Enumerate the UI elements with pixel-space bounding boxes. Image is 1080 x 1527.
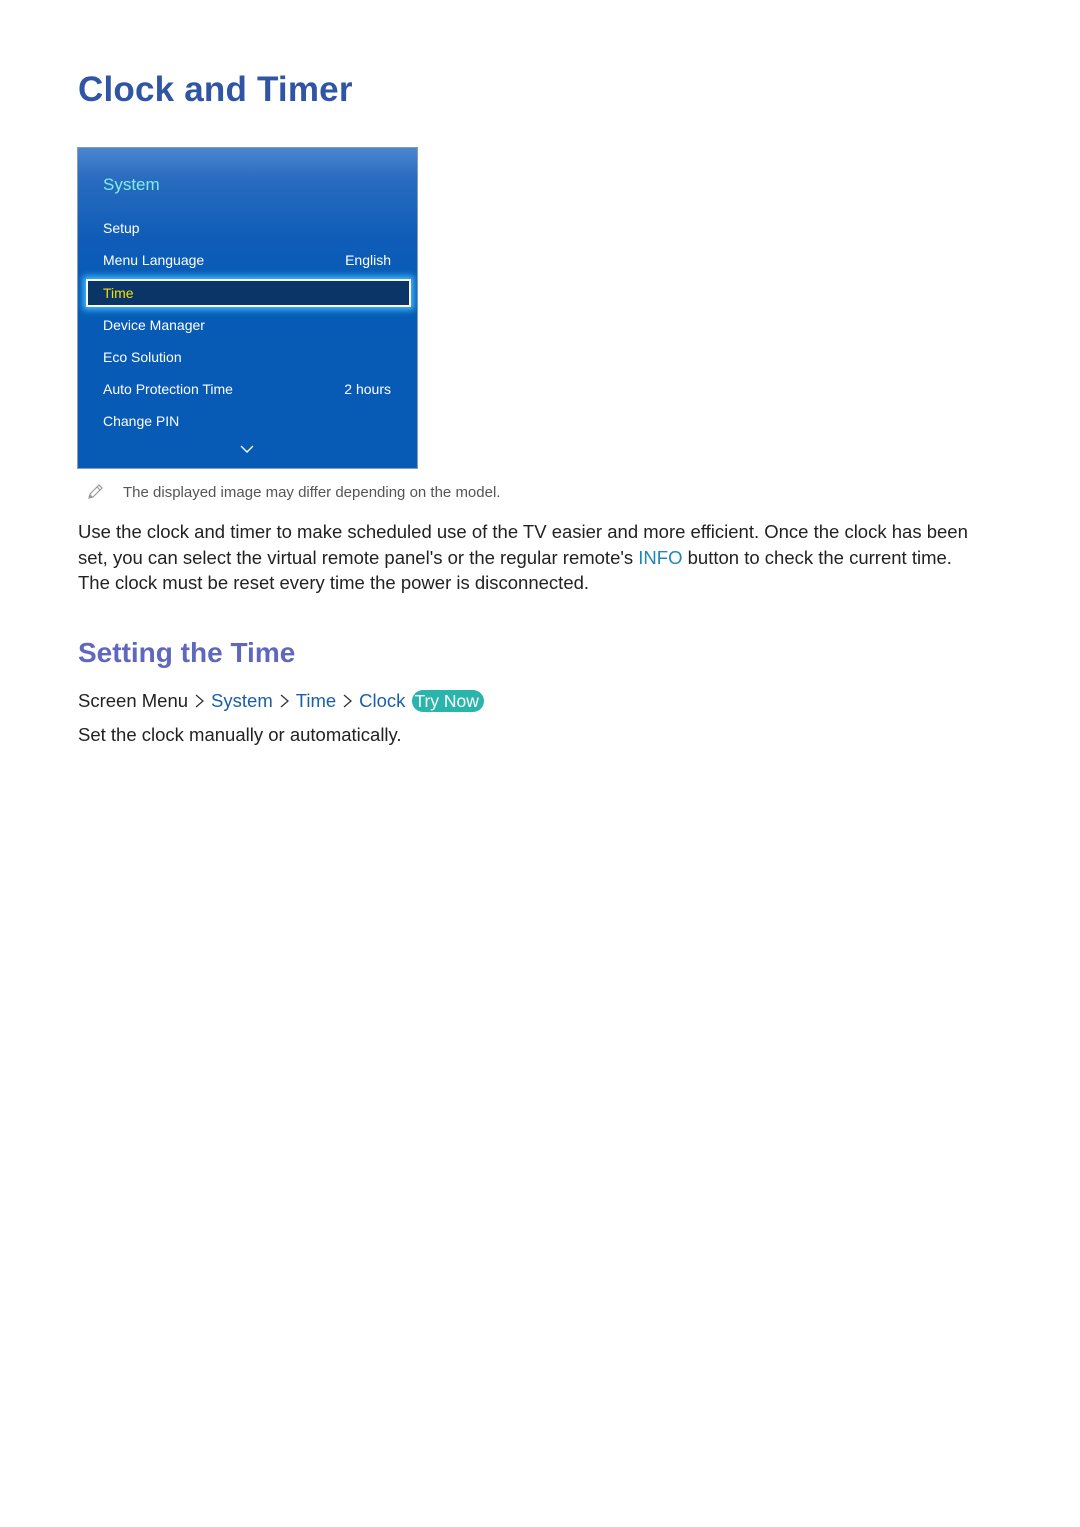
menu-item-auto-protection-time: Auto Protection Time 2 hours (86, 375, 411, 403)
menu-item-device-manager: Device Manager (86, 311, 411, 339)
section-title: Setting the Time (78, 637, 296, 668)
chevron-down-icon (240, 445, 254, 453)
menu-item-label: Auto Protection Time (103, 381, 233, 397)
menu-item-value: English (345, 252, 391, 268)
menu-item-time: Time (86, 279, 411, 307)
breadcrumb-time[interactable]: Time (296, 690, 336, 712)
intro-paragraph: Use the clock and timer to make schedule… (78, 519, 988, 596)
try-now-button[interactable]: Try Now (412, 690, 484, 712)
menu-item-value: 2 hours (344, 381, 391, 397)
menu-item-change-pin: Change PIN (86, 407, 411, 435)
page-title: Clock and Timer (78, 70, 353, 109)
breadcrumb-screen-menu: Screen Menu (78, 690, 189, 711)
note-text: The displayed image may differ depending… (123, 483, 501, 501)
menu-item-eco-solution: Eco Solution (86, 343, 411, 371)
menu-item-label: Menu Language (103, 252, 205, 268)
info-button-reference: INFO (638, 546, 683, 568)
chevron-right-icon (195, 694, 205, 708)
breadcrumb-system[interactable]: System (211, 690, 273, 712)
menu-item-label: Eco Solution (103, 349, 182, 365)
menu-item-menu-language: Menu Language English (86, 246, 411, 274)
menu-header: System (103, 175, 160, 194)
menu-item-label: Setup (103, 220, 140, 236)
note: The displayed image may differ depending… (85, 482, 500, 502)
menu-item-setup: Setup (86, 214, 411, 242)
menu-item-label: Device Manager (103, 317, 205, 333)
chevron-right-icon (280, 694, 289, 708)
menu-item-label: Change PIN (103, 413, 180, 429)
menu-item-label: Time (103, 285, 134, 301)
pencil-icon (88, 484, 103, 499)
breadcrumb: Screen Menu System Time Clock Try Now (78, 690, 484, 712)
breadcrumb-clock[interactable]: Clock (359, 690, 405, 712)
section-description: Set the clock manually or automatically. (78, 724, 402, 745)
tv-system-menu-image: System Setup Menu Language English Time … (77, 147, 418, 469)
chevron-right-icon (343, 694, 353, 708)
